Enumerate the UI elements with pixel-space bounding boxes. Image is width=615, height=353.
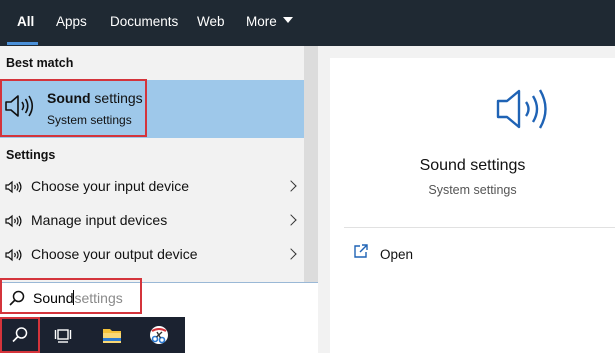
- settings-item-manage-input[interactable]: Manage input devices: [0, 204, 304, 238]
- best-match-heading: Best match: [6, 56, 74, 70]
- tab-documents[interactable]: Documents: [110, 0, 178, 46]
- speaker-icon: [496, 89, 547, 129]
- search-scope-tabs: All Apps Documents Web More: [0, 0, 615, 46]
- preview-title: Sound settings: [419, 157, 526, 174]
- settings-item-input-device[interactable]: Choose your input device: [0, 170, 304, 204]
- file-explorer-icon[interactable]: [101, 324, 123, 346]
- preview-subtitle: System settings: [428, 183, 517, 197]
- speaker-icon: [5, 248, 22, 262]
- tab-more[interactable]: More: [246, 0, 293, 46]
- settings-item-label: Choose your input device: [31, 178, 189, 194]
- snipping-tool-icon[interactable]: [147, 323, 171, 347]
- preview-pane: [330, 58, 615, 353]
- annotation-box-best-match: [0, 79, 147, 137]
- chevron-right-icon: [285, 248, 297, 260]
- preview-divider: [344, 227, 615, 228]
- settings-item-label: Choose your output device: [31, 246, 198, 262]
- pane-gap-top: [318, 46, 615, 58]
- speaker-icon: [5, 214, 22, 228]
- chevron-right-icon: [285, 180, 297, 192]
- tab-web[interactable]: Web: [197, 0, 225, 46]
- results-scrollbar[interactable]: [304, 46, 318, 282]
- active-tab-indicator: [7, 42, 38, 45]
- speaker-icon: [5, 180, 22, 194]
- chevron-right-icon: [285, 214, 297, 226]
- task-view-icon[interactable]: [54, 326, 72, 344]
- settings-heading: Settings: [6, 148, 56, 162]
- settings-item-output-device[interactable]: Choose your output device: [0, 238, 304, 272]
- open-icon: [354, 244, 368, 258]
- tab-all[interactable]: All: [17, 0, 34, 46]
- open-action-label: Open: [380, 247, 414, 262]
- caret-down-icon: [282, 17, 293, 24]
- pane-gap: [318, 46, 330, 353]
- settings-item-label: Manage input devices: [31, 212, 168, 228]
- tab-apps[interactable]: Apps: [56, 0, 87, 46]
- annotation-box-search-input: [0, 278, 142, 314]
- annotation-box-taskbar-search: [0, 317, 40, 353]
- tab-more-label: More: [246, 14, 277, 29]
